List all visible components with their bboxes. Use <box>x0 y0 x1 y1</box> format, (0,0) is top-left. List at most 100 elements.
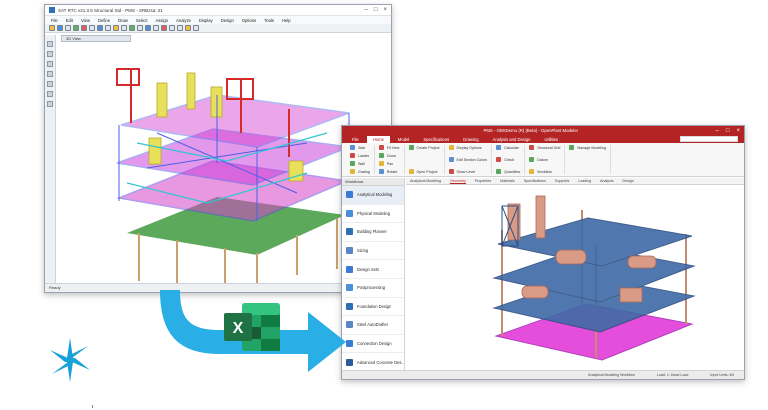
window-controls-right[interactable]: – □ × <box>716 128 740 134</box>
close-icon[interactable]: × <box>736 128 740 134</box>
assign-icon[interactable] <box>47 101 53 107</box>
sidebar-item-connection-design[interactable]: Connection Design <box>342 335 404 354</box>
ribbon-button[interactable]: Grating <box>350 169 370 174</box>
ribbon-button[interactable]: Check <box>496 157 520 162</box>
property-icon[interactable] <box>145 25 151 31</box>
ribbon-button-icon <box>496 169 502 174</box>
tab-file[interactable]: File <box>346 136 365 143</box>
menu-item-draw[interactable]: Draw <box>118 18 128 23</box>
zoom-icon[interactable] <box>89 25 95 31</box>
tab-drawing[interactable]: Drawing <box>457 136 484 143</box>
draw-area-icon[interactable] <box>47 51 53 57</box>
sidebar-item-building-planner[interactable]: Building Planner <box>342 223 404 242</box>
menu-item-analyze[interactable]: Analyze <box>176 18 191 23</box>
ribbon-button[interactable]: Calculate <box>496 145 520 150</box>
menu-item-display[interactable]: Display <box>199 18 213 23</box>
sidebar-item-foundation-design[interactable]: Foundation Design <box>342 298 404 317</box>
ribbon-button[interactable]: Rotate <box>378 169 400 174</box>
ribbon-button[interactable]: Ladder <box>350 153 370 158</box>
sub-tab-design[interactable]: Design <box>623 179 634 183</box>
draw-link-icon[interactable] <box>47 61 53 67</box>
ribbon-button[interactable]: Pan <box>378 161 400 166</box>
new-icon[interactable] <box>49 25 55 31</box>
ribbon-button[interactable]: Fit View <box>378 145 400 150</box>
sub-tab-supports[interactable]: Supports <box>555 179 569 183</box>
ribbon-button[interactable]: Edit Section Colors <box>448 157 487 162</box>
tab-analysis-and-design[interactable]: Analysis and Design <box>487 136 537 143</box>
sidebar-item-analytical-modeling[interactable]: Analytical Modeling <box>342 186 404 205</box>
tab-model[interactable]: Model <box>392 136 415 143</box>
pan-icon[interactable] <box>97 25 103 31</box>
ribbon-button[interactable]: Open Project <box>408 169 440 174</box>
sidebar-item-design-sets[interactable]: Design Sets <box>342 260 404 279</box>
undo-icon[interactable] <box>169 25 175 31</box>
ribbon-button[interactable]: Wall <box>350 161 370 166</box>
menu-item-assign[interactable]: Assign <box>156 18 169 23</box>
window-controls[interactable]: – □ × <box>365 7 387 13</box>
ribbon-button[interactable]: Datum <box>529 157 560 162</box>
minimize-icon[interactable]: – <box>365 7 368 13</box>
ribbon-button[interactable]: Quantities <box>496 169 520 174</box>
sidebar-item-postprocessing[interactable]: Postprocessing <box>342 279 404 298</box>
view-tab[interactable]: 3D View <box>61 35 131 42</box>
tab-utilities[interactable]: Utilities <box>539 136 565 143</box>
sidebar-item-label: Postprocessing <box>357 285 385 291</box>
menu-item-select[interactable]: Select <box>136 18 148 23</box>
workflow-sub-tabs: Analytical Modeling Geometry Properties Mat… <box>406 178 744 185</box>
view-3d-icon[interactable] <box>121 25 127 31</box>
sub-tab-specifications[interactable]: Specifications <box>524 179 546 183</box>
sub-tab-analysis[interactable]: Analysis <box>600 179 613 183</box>
open-icon[interactable] <box>57 25 63 31</box>
ribbon-button-label: Stair <box>358 145 366 150</box>
draw-frame-icon[interactable] <box>47 41 53 47</box>
save-icon[interactable] <box>65 25 71 31</box>
close-icon[interactable]: × <box>383 7 387 13</box>
rotate-icon[interactable] <box>105 25 111 31</box>
menu-item-tools[interactable]: Tools <box>264 18 274 23</box>
snap-icon[interactable] <box>47 81 53 87</box>
sub-tab-geometry[interactable]: Geometry <box>449 179 466 184</box>
ribbon-button[interactable]: Display Options <box>448 145 488 150</box>
ribbon-button[interactable]: Create Project <box>408 145 440 150</box>
load-icon[interactable] <box>153 25 159 31</box>
right-3d-viewport[interactable] <box>406 186 744 370</box>
tab-specifications[interactable]: Specifications <box>417 136 455 143</box>
menu-item-design[interactable]: Design <box>221 18 234 23</box>
grid-icon[interactable] <box>129 25 135 31</box>
measure-icon[interactable] <box>137 25 143 31</box>
maximize-icon[interactable]: □ <box>374 7 378 13</box>
workflow-icon <box>346 265 353 273</box>
menu-item-view[interactable]: View <box>81 18 90 23</box>
sub-tab-materials[interactable]: Materials <box>500 179 515 183</box>
minimize-icon[interactable]: – <box>716 128 719 134</box>
sidebar-item-steel-autodrafter[interactable]: Steel AutoDrafter <box>342 316 404 335</box>
ribbon-button[interactable]: Stair <box>350 145 370 150</box>
redo-icon[interactable] <box>177 25 183 31</box>
sidebar-item-sizing[interactable]: Sizing <box>342 242 404 261</box>
delete-icon[interactable] <box>161 25 167 31</box>
sub-tab-analytical-modeling[interactable]: Analytical Modeling <box>410 179 441 183</box>
section-cut-icon[interactable] <box>47 91 53 97</box>
select-all-icon[interactable] <box>47 71 53 77</box>
ribbon-button[interactable]: Manage Modeling <box>569 145 606 150</box>
ribbon-button[interactable]: Zoom <box>378 153 400 158</box>
menu-item-options[interactable]: Options <box>242 18 256 23</box>
sub-tab-loading[interactable]: Loading <box>578 179 591 183</box>
sub-tab-properties[interactable]: Properties <box>475 179 491 183</box>
search-input[interactable] <box>680 136 738 142</box>
select-icon[interactable] <box>113 25 119 31</box>
menu-item-file[interactable]: File <box>51 18 58 23</box>
maximize-icon[interactable]: □ <box>726 128 730 134</box>
sidebar-item-physical-modeling[interactable]: Physical Modeling <box>342 205 404 224</box>
help-icon[interactable] <box>193 25 199 31</box>
menu-item-edit[interactable]: Edit <box>66 18 73 23</box>
ribbon-button[interactable]: Show Level <box>448 169 488 174</box>
tab-home[interactable]: Home <box>366 136 390 143</box>
run-icon[interactable] <box>73 25 79 31</box>
ribbon-button[interactable]: Structural Grid <box>529 145 560 150</box>
menu-item-define[interactable]: Define <box>98 18 110 23</box>
settings-icon[interactable] <box>185 25 191 31</box>
ribbon-button[interactable]: Workflow <box>529 169 560 174</box>
menu-item-help[interactable]: Help <box>282 18 291 23</box>
stop-icon[interactable] <box>81 25 87 31</box>
